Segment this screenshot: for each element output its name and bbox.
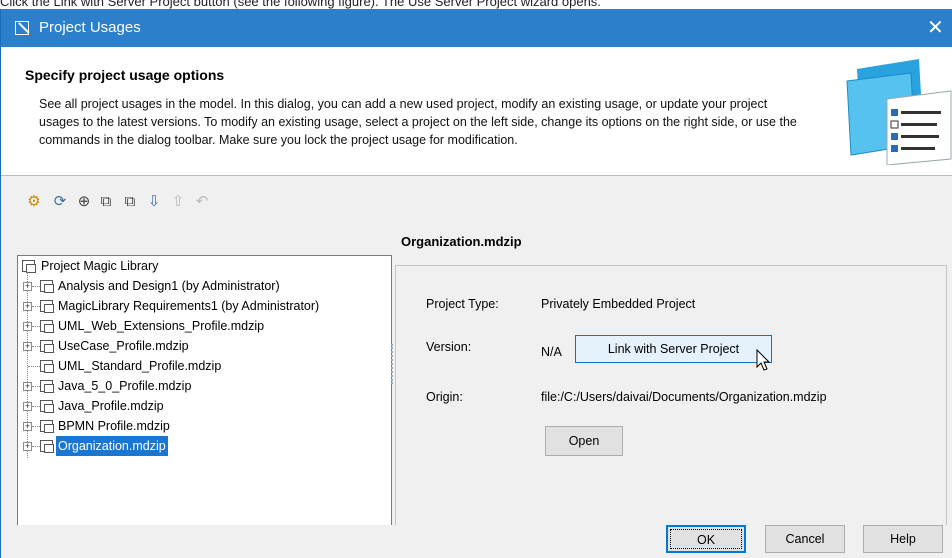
folder-icon: [40, 360, 54, 373]
tree-item-label: UML_Standard_Profile.mdzip: [58, 359, 222, 373]
refresh-icon[interactable]: ⟳: [51, 193, 69, 211]
header-title: Specify project usage options: [25, 67, 225, 83]
expand-icon[interactable]: +: [23, 442, 32, 451]
folder-icon: [40, 300, 54, 313]
project-type-label: Project Type:: [426, 297, 499, 311]
expand-icon[interactable]: +: [23, 402, 32, 411]
folder-icon: [40, 380, 54, 393]
expand-icon[interactable]: +: [23, 302, 32, 311]
tree-item-label: BPMN Profile.mdzip: [58, 419, 170, 433]
link-with-server-project-button[interactable]: Link with Server Project: [575, 335, 772, 363]
import-icon[interactable]: ⇩: [145, 193, 163, 211]
open-button[interactable]: Open: [545, 426, 623, 456]
expand-icon[interactable]: +: [23, 322, 32, 331]
ok-button[interactable]: OK: [666, 525, 746, 553]
gear-icon[interactable]: ⚙: [25, 193, 43, 211]
tree-item-label: Java_Profile.mdzip: [58, 399, 164, 413]
project-type-value: Privately Embedded Project: [541, 297, 696, 311]
version-label: Version:: [426, 340, 472, 354]
project-usages-dialog: Project Usages ✕ Specify project usage o…: [0, 9, 952, 558]
tree-item-label: UML_Web_Extensions_Profile.mdzip: [58, 319, 265, 333]
origin-label: Origin:: [426, 390, 463, 404]
header-description: See all project usages in the model. In …: [39, 97, 797, 147]
project-tree[interactable]: Project Magic Library + Analysis and Des…: [17, 255, 392, 531]
folder-icon: [22, 260, 36, 273]
folder-icon: [40, 340, 54, 353]
copy-icon[interactable]: ⧉: [97, 193, 115, 211]
folder-icon: [40, 320, 54, 333]
expand-icon[interactable]: +: [23, 422, 32, 431]
dialog-header: Specify project usage options See all pr…: [1, 47, 952, 176]
details-panel: Project Type: Privately Embedded Project…: [395, 265, 947, 531]
cancel-button[interactable]: Cancel: [765, 525, 845, 553]
export-icon[interactable]: ⇧: [169, 193, 187, 211]
lock-icon[interactable]: ⊕: [75, 193, 93, 211]
help-button[interactable]: Help: [863, 525, 943, 553]
undo-icon[interactable]: ↶: [193, 193, 211, 211]
folder-icon: [40, 280, 54, 293]
folder-icon: [40, 400, 54, 413]
caption-text: Click the Link with Server Project butto…: [0, 0, 601, 9]
expand-icon[interactable]: +: [23, 282, 32, 291]
folder-icon: [40, 420, 54, 433]
expand-icon[interactable]: +: [23, 382, 32, 391]
window-title: Project Usages: [39, 19, 141, 36]
tree-item-label: MagicLibrary Requirements1 (by Administr…: [58, 299, 320, 313]
folder-checklist-illustration: [846, 59, 952, 165]
tree-item-label: UseCase_Profile.mdzip: [58, 339, 189, 353]
details-title: Organization.mdzip: [401, 234, 522, 249]
origin-value: file:/C:/Users/daivai/Documents/Organiza…: [541, 390, 827, 404]
page-caption: Click the Link with Server Project butto…: [0, 0, 952, 9]
folder-icon: [40, 440, 54, 453]
dialog-footer: OK Cancel Help: [1, 525, 952, 558]
window-icon: [15, 21, 29, 35]
paste-icon[interactable]: ⧉: [121, 193, 139, 211]
version-value: N/A: [541, 345, 562, 359]
title-bar: Project Usages ✕: [1, 9, 952, 47]
tree-root-label: Project Magic Library: [41, 259, 159, 273]
tree-item-label: Java_5_0_Profile.mdzip: [58, 379, 192, 393]
tree-item-label: Organization.mdzip: [56, 436, 168, 456]
expand-icon[interactable]: +: [23, 342, 32, 351]
mouse-cursor-icon: [756, 349, 771, 371]
close-icon[interactable]: ✕: [927, 15, 944, 40]
tree-item-label: Analysis and Design1 (by Administrator): [58, 279, 280, 293]
